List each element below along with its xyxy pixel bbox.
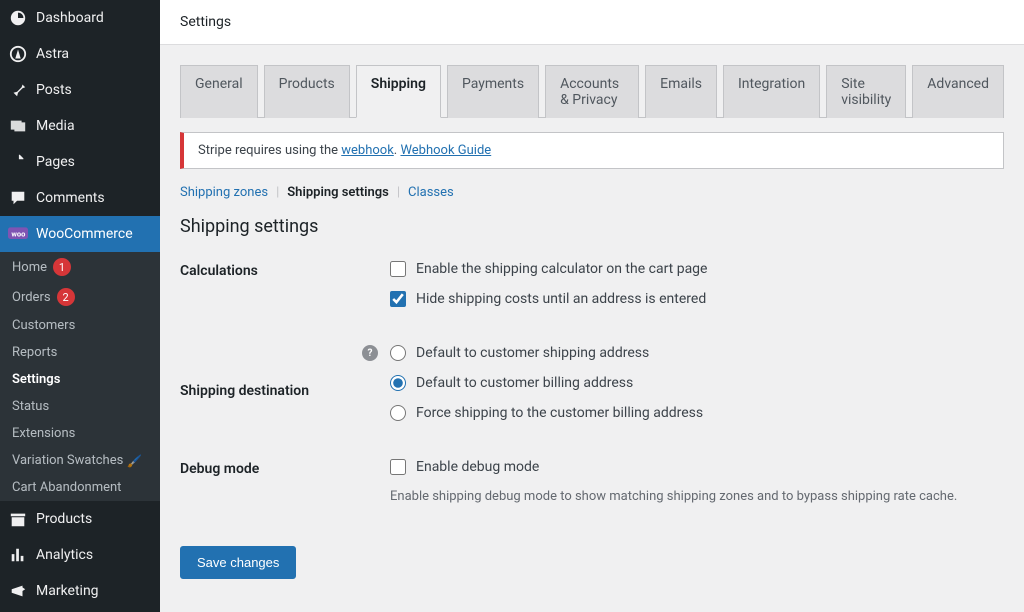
sidebar-item-label: Astra (36, 46, 69, 62)
tab-general[interactable]: General (180, 65, 258, 118)
enable-debug-mode[interactable]: Enable debug mode (390, 459, 1004, 475)
sidebar-item-label: WooCommerce (36, 226, 133, 242)
tab-shipping[interactable]: Shipping (356, 65, 441, 118)
sidebar-sub-variation-swatches[interactable]: Variation Swatches🖌️ (0, 447, 160, 474)
dest-billing-radio[interactable] (390, 375, 406, 391)
notification-badge: 1 (53, 258, 71, 276)
dest-shipping-radio[interactable] (390, 345, 406, 361)
paint-icon: 🖌️ (127, 454, 142, 468)
subnav-classes[interactable]: Classes (408, 185, 454, 200)
webhook-guide-link[interactable]: Webhook Guide (400, 143, 491, 158)
tab-accounts-privacy[interactable]: Accounts & Privacy (545, 65, 639, 118)
tab-integration[interactable]: Integration (723, 65, 820, 118)
analytics-icon (8, 545, 28, 565)
products-icon (8, 509, 28, 529)
hide-shipping-costs-checkbox[interactable] (390, 291, 406, 307)
sidebar-item-astra[interactable]: Astra (0, 36, 160, 72)
sidebar-sub-extensions[interactable]: Extensions (0, 420, 160, 447)
enable-shipping-calculator-checkbox[interactable] (390, 261, 406, 277)
calculations-label: Calculations (180, 261, 390, 321)
subnav-shipping-zones[interactable]: Shipping zones (180, 185, 268, 200)
sidebar-item-label: Comments (36, 190, 105, 206)
shipping-subnav: Shipping zones | Shipping settings | Cla… (180, 185, 1004, 200)
shipping-destination-label: Shipping destination (180, 383, 309, 399)
sidebar-sub-customers[interactable]: Customers (0, 312, 160, 339)
enable-shipping-calculator[interactable]: Enable the shipping calculator on the ca… (390, 261, 1004, 277)
astra-icon (8, 44, 28, 64)
sidebar-sub-orders[interactable]: Orders2 (0, 282, 160, 312)
sidebar-item-comments[interactable]: Comments (0, 180, 160, 216)
tab-advanced[interactable]: Advanced (912, 65, 1004, 118)
section-title: Shipping settings (180, 216, 1004, 237)
sidebar-item-pages[interactable]: Pages (0, 144, 160, 180)
sidebar-sub-cart-abandonment[interactable]: Cart Abandonment (0, 474, 160, 501)
tab-products[interactable]: Products (264, 65, 350, 118)
sidebar-sub-reports[interactable]: Reports (0, 339, 160, 366)
dashboard-icon (8, 8, 28, 28)
sidebar-item-dashboard[interactable]: Dashboard (0, 0, 160, 36)
dest-force-billing[interactable]: Force shipping to the customer billing a… (390, 405, 1004, 421)
sidebar-item-analytics[interactable]: Analytics (0, 537, 160, 573)
sidebar-item-label: Pages (36, 154, 75, 170)
dest-customer-shipping[interactable]: ? Default to customer shipping address (362, 345, 1004, 361)
marketing-icon (8, 581, 28, 601)
tab-payments[interactable]: Payments (447, 65, 539, 118)
debug-mode-label: Debug mode (180, 459, 390, 504)
subnav-shipping-settings[interactable]: Shipping settings (287, 185, 389, 200)
sidebar-item-label: Analytics (36, 547, 93, 563)
comments-icon (8, 188, 28, 208)
notification-badge: 2 (57, 288, 75, 306)
pages-icon (8, 152, 28, 172)
sidebar-item-posts[interactable]: Posts (0, 72, 160, 108)
sidebar-item-label: Dashboard (36, 10, 104, 26)
row-shipping-destination: Shipping destination ? Default to custom… (180, 345, 1004, 435)
webhook-link[interactable]: webhook (341, 143, 394, 158)
enable-debug-mode-checkbox[interactable] (390, 459, 406, 475)
tab-emails[interactable]: Emails (645, 65, 717, 118)
hide-shipping-costs[interactable]: Hide shipping costs until an address is … (390, 291, 1004, 307)
media-icon (8, 116, 28, 136)
page-title: Settings (160, 0, 1024, 45)
sidebar-sub-status[interactable]: Status (0, 393, 160, 420)
tab-site-visibility[interactable]: Site visibility (826, 65, 906, 118)
sidebar-item-marketing[interactable]: Marketing (0, 573, 160, 609)
stripe-notice: Stripe requires using the webhook. Webho… (180, 132, 1004, 169)
dest-customer-billing[interactable]: Default to customer billing address (390, 375, 1004, 391)
admin-sidebar: Dashboard Astra Posts Media Pages Commen… (0, 0, 160, 612)
sidebar-item-products[interactable]: Products (0, 501, 160, 537)
row-debug-mode: Debug mode Enable debug mode Enable ship… (180, 459, 1004, 504)
dest-force-billing-radio[interactable] (390, 405, 406, 421)
pin-icon (8, 80, 28, 100)
sidebar-item-media[interactable]: Media (0, 108, 160, 144)
sidebar-item-label: Products (36, 511, 92, 527)
sidebar-item-label: Media (36, 118, 75, 134)
sidebar-item-label: Posts (36, 82, 72, 98)
sidebar-sub-home[interactable]: Home1 (0, 252, 160, 282)
help-icon[interactable]: ? (362, 345, 378, 361)
main-content: Settings General Products Shipping Payme… (160, 0, 1024, 612)
save-changes-button[interactable]: Save changes (180, 546, 296, 579)
sidebar-sub-settings[interactable]: Settings (0, 366, 160, 393)
settings-tabs: General Products Shipping Payments Accou… (180, 65, 1004, 118)
row-calculations: Calculations Enable the shipping calcula… (180, 261, 1004, 321)
sidebar-item-woocommerce[interactable]: woo WooCommerce (0, 216, 160, 252)
sidebar-item-label: Marketing (36, 583, 99, 599)
debug-description: Enable shipping debug mode to show match… (390, 489, 1004, 504)
woocommerce-icon: woo (8, 224, 28, 244)
svg-text:woo: woo (11, 230, 25, 239)
sidebar-submenu: Home1 Orders2 Customers Reports Settings… (0, 252, 160, 501)
